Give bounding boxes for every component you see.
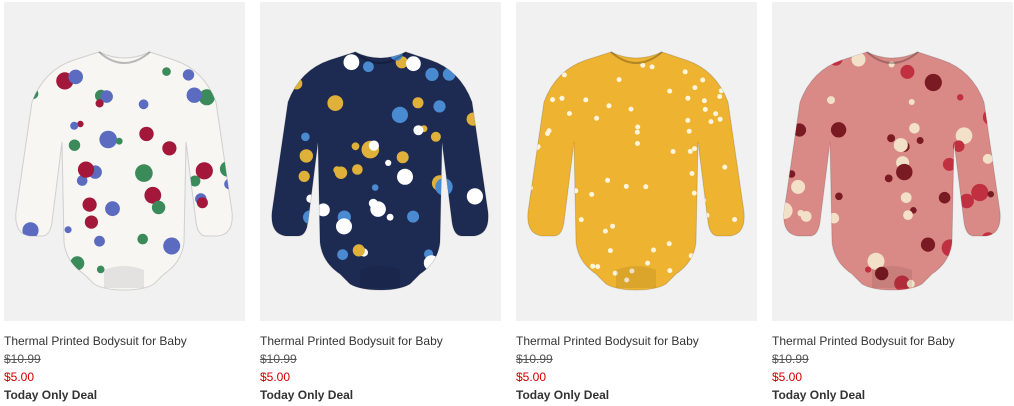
deal-badge: Today Only Deal — [4, 388, 98, 402]
deal-badge: Today Only Deal — [772, 388, 866, 402]
product-title[interactable]: Thermal Printed Bodysuit for Baby — [516, 333, 757, 349]
original-price: $10.99 — [4, 352, 41, 366]
original-price: $10.99 — [772, 352, 809, 366]
product-card[interactable]: Thermal Printed Bodysuit for Baby $10.99… — [260, 2, 501, 403]
sale-price: $5.00 — [772, 370, 803, 384]
product-title[interactable]: Thermal Printed Bodysuit for Baby — [260, 333, 501, 349]
original-price: $10.99 — [260, 352, 297, 366]
product-title[interactable]: Thermal Printed Bodysuit for Baby — [4, 333, 245, 349]
product-card[interactable]: Thermal Printed Bodysuit for Baby $10.99… — [516, 2, 757, 403]
product-grid: Thermal Printed Bodysuit for Baby $10.99… — [0, 0, 1014, 406]
deal-badge: Today Only Deal — [260, 388, 354, 402]
sale-price: $5.00 — [516, 370, 547, 384]
product-title[interactable]: Thermal Printed Bodysuit for Baby — [772, 333, 1013, 349]
product-card[interactable]: Thermal Printed Bodysuit for Baby $10.99… — [772, 2, 1013, 403]
navy-floral-bodysuit-image[interactable] — [260, 2, 501, 321]
sale-price: $5.00 — [4, 370, 35, 384]
deal-badge: Today Only Deal — [516, 388, 610, 402]
original-price: $10.99 — [516, 352, 553, 366]
pink-floral-bodysuit-image[interactable] — [772, 2, 1013, 321]
yellow-heart-bodysuit-image[interactable] — [516, 2, 757, 321]
sale-price: $5.00 — [260, 370, 291, 384]
product-card[interactable]: Thermal Printed Bodysuit for Baby $10.99… — [4, 2, 245, 403]
white-floral-bodysuit-image[interactable] — [4, 2, 245, 321]
